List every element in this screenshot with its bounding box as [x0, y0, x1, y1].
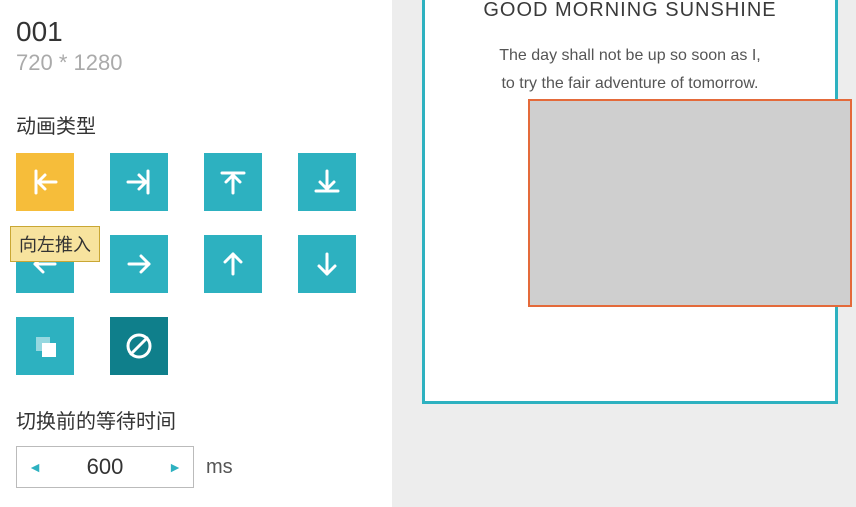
selected-image-placeholder[interactable]: [528, 99, 852, 307]
preview-quote-line-2: to try the fair adventure of tomorrow.: [425, 75, 835, 93]
animation-push-up-button[interactable]: [204, 153, 262, 211]
triangle-left-icon: ◄: [28, 459, 42, 475]
animation-tooltip: 向左推入: [10, 226, 100, 262]
animation-cover-up-button[interactable]: [204, 235, 262, 293]
wait-time-stepper[interactable]: ◄ 600 ►: [16, 446, 194, 488]
canvas-area[interactable]: GOOD MORNING SUNSHINE The day shall not …: [392, 0, 856, 507]
animation-cover-down-button[interactable]: [298, 235, 356, 293]
animation-push-down-button[interactable]: [298, 153, 356, 211]
properties-panel: 001 720 * 1280 动画类型 向左推入 切换前的等待时间 ◄ 600 …: [0, 0, 392, 507]
preview-quote-line-1: The day shall not be up so soon as I,: [425, 47, 835, 65]
wait-time-row: ◄ 600 ► ms: [16, 446, 376, 488]
triangle-right-icon: ►: [168, 459, 182, 475]
preview-heading: GOOD MORNING SUNSHINE: [425, 0, 835, 22]
item-name: 001: [16, 16, 376, 48]
animation-type-grid: 向左推入: [16, 153, 376, 375]
animation-section-label: 动画类型: [16, 110, 376, 139]
wait-time-unit: ms: [206, 456, 233, 479]
arrow-bar-right-icon: [122, 165, 156, 199]
arrow-right-icon: [122, 247, 156, 281]
wait-time-value[interactable]: 600: [53, 454, 157, 480]
arrow-bar-up-icon: [216, 165, 250, 199]
arrow-bar-down-icon: [310, 165, 344, 199]
stepper-decrease-button[interactable]: ◄: [17, 459, 53, 475]
animation-push-right-button[interactable]: [110, 153, 168, 211]
wait-time-label: 切换前的等待时间: [16, 405, 376, 434]
no-symbol-icon: [122, 329, 156, 363]
animation-fade-button[interactable]: [16, 317, 74, 375]
animation-none-button[interactable]: [110, 317, 168, 375]
arrow-up-icon: [216, 247, 250, 281]
stepper-increase-button[interactable]: ►: [157, 459, 193, 475]
item-dimensions: 720 * 1280: [16, 50, 376, 76]
animation-cover-right-button[interactable]: [110, 235, 168, 293]
device-preview-frame[interactable]: GOOD MORNING SUNSHINE The day shall not …: [422, 0, 838, 404]
fade-squares-icon: [28, 329, 62, 363]
arrow-down-icon: [310, 247, 344, 281]
animation-push-left-button[interactable]: [16, 153, 74, 211]
arrow-bar-left-icon: [28, 165, 62, 199]
